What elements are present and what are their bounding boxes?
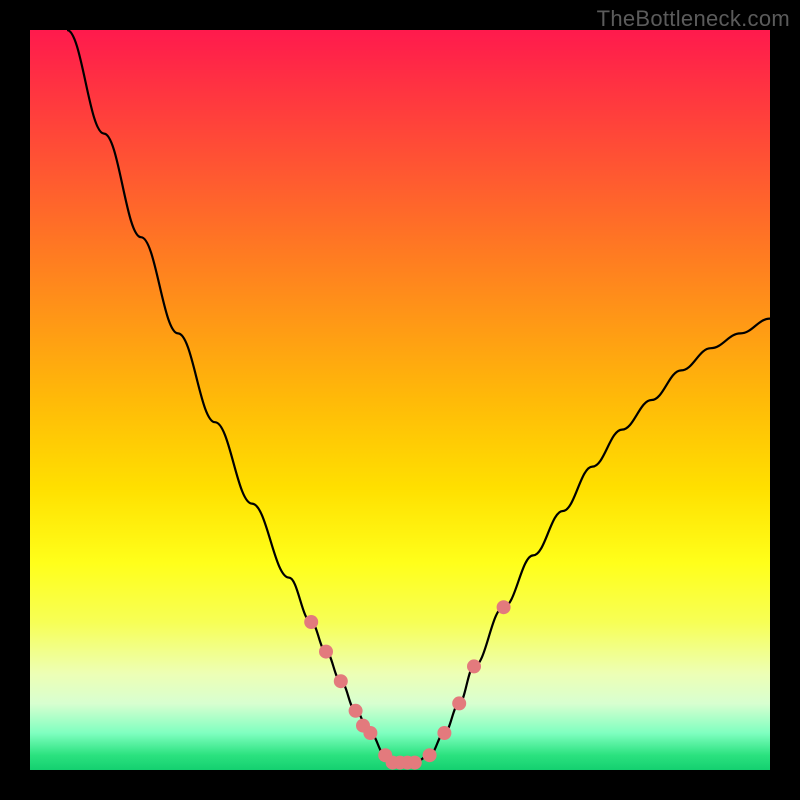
marker-point [363, 726, 377, 740]
plot-area [30, 30, 770, 770]
marker-point [452, 696, 466, 710]
marker-point [423, 748, 437, 762]
marker-point [497, 600, 511, 614]
marker-point [408, 756, 422, 770]
chart-frame: TheBottleneck.com [0, 0, 800, 800]
marker-point [334, 674, 348, 688]
highlight-markers [304, 600, 510, 769]
marker-point [467, 659, 481, 673]
chart-svg [30, 30, 770, 770]
marker-point [319, 645, 333, 659]
bottleneck-curve [67, 30, 770, 763]
marker-point [349, 704, 363, 718]
marker-point [437, 726, 451, 740]
marker-point [304, 615, 318, 629]
watermark-text: TheBottleneck.com [597, 6, 790, 32]
